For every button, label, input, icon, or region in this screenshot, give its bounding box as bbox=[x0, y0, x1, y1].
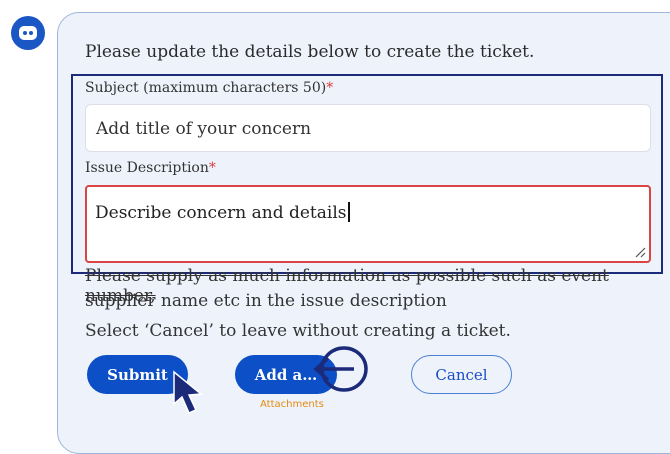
chatbot-avatar-icon bbox=[11, 16, 45, 50]
form-intro-text: Please update the details below to creat… bbox=[85, 42, 535, 62]
hint-text-line2: supplier name etc in the issue descripti… bbox=[85, 291, 447, 311]
attachments-tooltip: Attachments bbox=[260, 399, 324, 410]
subject-input[interactable]: Add title of your concern bbox=[85, 104, 651, 152]
required-marker: * bbox=[326, 80, 334, 96]
mouse-pointer-icon bbox=[173, 370, 203, 414]
required-marker: * bbox=[208, 160, 216, 176]
cancel-hint-text: Select ‘Cancel’ to leave without creatin… bbox=[85, 321, 511, 341]
subject-input-value: Add title of your concern bbox=[96, 119, 312, 139]
resize-handle-icon[interactable] bbox=[634, 246, 646, 258]
text-caret bbox=[347, 202, 350, 222]
description-value: Describe concern and details bbox=[95, 202, 350, 223]
cancel-button[interactable]: Cancel bbox=[411, 355, 512, 394]
description-textarea[interactable]: Describe concern and details bbox=[85, 185, 651, 263]
circled-left-arrow-icon bbox=[313, 346, 368, 392]
description-label: Issue Description* bbox=[85, 160, 216, 176]
subject-label: Subject (maximum characters 50)* bbox=[85, 80, 334, 96]
